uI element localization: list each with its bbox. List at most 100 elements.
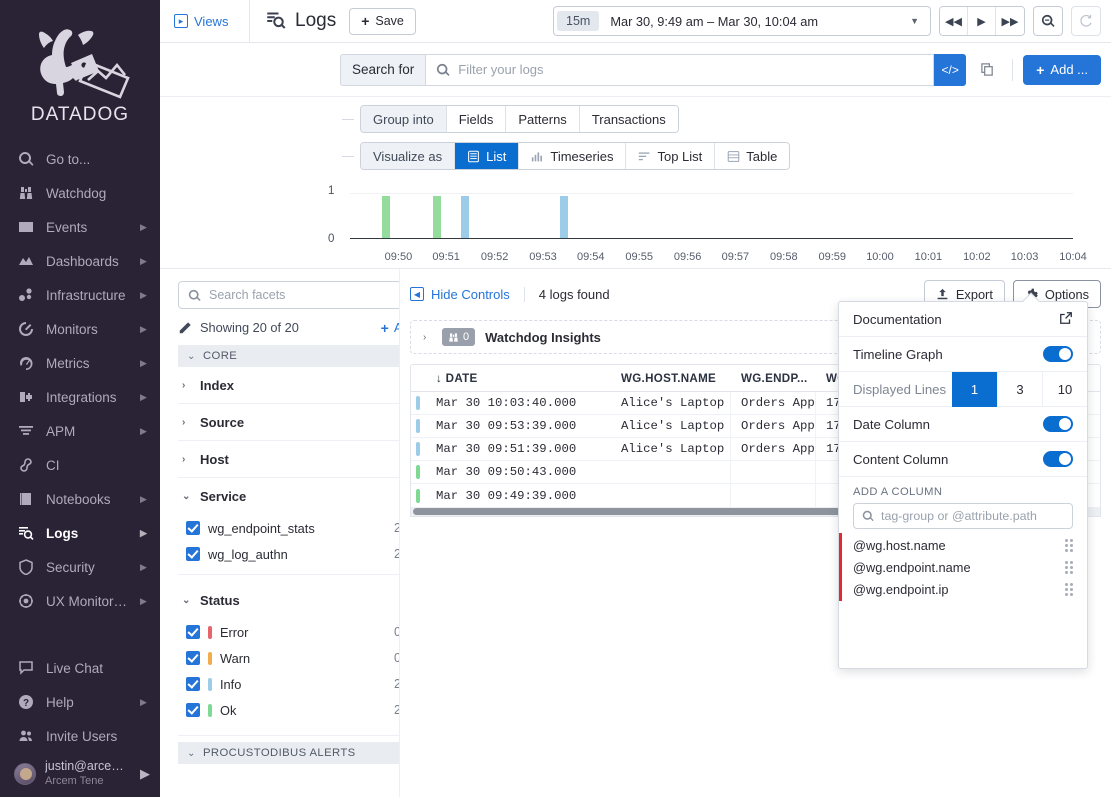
- infrastructure-icon: [16, 285, 36, 305]
- displayed-lines-option-10[interactable]: 10: [1042, 371, 1087, 407]
- save-button[interactable]: + Save: [349, 7, 416, 35]
- checkbox[interactable]: [186, 677, 200, 691]
- visualize-table[interactable]: Table: [715, 143, 790, 169]
- ux-monitoring-icon: [16, 591, 36, 611]
- timeline-chart[interactable]: 1 0 09:50 09:51 09:52 09:53 09:54 09:55 …: [160, 183, 1111, 268]
- search-input[interactable]: [458, 62, 924, 77]
- checkbox[interactable]: [186, 651, 200, 665]
- zoom-out-button[interactable]: [1033, 6, 1063, 36]
- column-list-item[interactable]: @wg.endpoint.name: [839, 555, 1087, 579]
- add-facet-button[interactable]: + Add: [381, 320, 399, 335]
- visualize-timeseries[interactable]: Timeseries: [519, 143, 627, 169]
- column-name: @wg.endpoint.name: [853, 559, 971, 575]
- add-column-search-box[interactable]: [853, 503, 1073, 529]
- facet-group-core[interactable]: ⌄ CORE: [178, 345, 399, 367]
- displayed-lines-option-3[interactable]: 3: [997, 371, 1042, 407]
- drag-handle-icon[interactable]: [1065, 538, 1087, 552]
- facet-search-input[interactable]: [209, 288, 399, 302]
- facet-status[interactable]: ⌄ Status: [178, 582, 399, 619]
- sidebar-item-label: Integrations: [46, 389, 117, 405]
- column-header-host-name[interactable]: WG.HOST.NAME: [611, 372, 731, 385]
- sidebar-item-invite-users[interactable]: Invite Users: [0, 719, 160, 753]
- sidebar-item-go-to[interactable]: Go to...: [0, 142, 160, 176]
- sidebar-item-integrations[interactable]: Integrations ▶: [0, 380, 160, 414]
- chevron-down-icon: ⌄: [182, 491, 191, 502]
- facet-value-row[interactable]: wg_endpoint_stats 2: [178, 515, 399, 541]
- row-date: Mar 30 09:49:39.000: [436, 488, 577, 503]
- facet-source[interactable]: › Source: [178, 404, 399, 441]
- timeseries-icon: [532, 151, 543, 161]
- column-list-item[interactable]: @wg.endpoint.ip: [839, 577, 1087, 601]
- sidebar-item-infrastructure[interactable]: Infrastructure ▶: [0, 278, 160, 312]
- refresh-button[interactable]: [1071, 6, 1101, 36]
- facet-value-row[interactable]: Info 2: [178, 671, 399, 697]
- facet-group-procustodibus-alerts[interactable]: ⌄ PROCUSTODIBUS ALERTS: [178, 742, 399, 764]
- sidebar-item-help[interactable]: ? Help ▶: [0, 685, 160, 719]
- content-column-toggle[interactable]: [1043, 451, 1073, 467]
- group-into-fields[interactable]: Fields: [446, 106, 507, 132]
- visualize-top-list[interactable]: Top List: [626, 143, 716, 169]
- sidebar-item-ux-monitoring[interactable]: UX Monitoring ▶: [0, 584, 160, 618]
- step-forward-button[interactable]: ▶▶: [996, 7, 1024, 35]
- sidebar-item-ci[interactable]: CI: [0, 448, 160, 482]
- sidebar-item-events[interactable]: Events ▶: [0, 210, 160, 244]
- sidebar-item-logs[interactable]: Logs ▶: [0, 516, 160, 550]
- column-header-endpoint[interactable]: WG.ENDP...: [731, 372, 816, 385]
- facet-search-box[interactable]: [178, 281, 399, 309]
- sidebar-item-watchdog[interactable]: Watchdog: [0, 176, 160, 210]
- checkbox[interactable]: [186, 703, 200, 717]
- step-back-button[interactable]: ◀◀: [940, 7, 968, 35]
- drag-handle-icon[interactable]: [1065, 582, 1087, 596]
- group-into-transactions[interactable]: Transactions: [579, 106, 678, 132]
- time-range-picker[interactable]: 15m Mar 30, 9:49 am – Mar 30, 10:04 am ▼: [553, 6, 931, 36]
- date-column-toggle[interactable]: [1043, 416, 1073, 432]
- group-into-patterns[interactable]: Patterns: [506, 106, 580, 132]
- table-icon: [728, 150, 740, 162]
- visualize-list[interactable]: List: [455, 143, 520, 169]
- views-button[interactable]: ▸ Views: [160, 0, 250, 42]
- displayed-lines-option-1[interactable]: 1: [952, 371, 997, 407]
- timeline-graph-menu-item[interactable]: Timeline Graph: [839, 337, 1087, 372]
- add-column-input[interactable]: [881, 509, 1064, 523]
- facet-service[interactable]: ⌄ Service: [178, 478, 399, 515]
- sidebar-item-metrics[interactable]: Metrics ▶: [0, 346, 160, 380]
- sidebar-item-live-chat[interactable]: Live Chat: [0, 651, 160, 685]
- sidebar-item-dashboards[interactable]: Dashboards ▶: [0, 244, 160, 278]
- facet-host[interactable]: › Host: [178, 441, 399, 478]
- sidebar-item-monitors[interactable]: Monitors ▶: [0, 312, 160, 346]
- date-column-menu-item[interactable]: Date Column: [839, 407, 1087, 442]
- timeline-graph-toggle[interactable]: [1043, 346, 1073, 362]
- chevron-right-icon: ▶: [140, 527, 147, 538]
- facet-value-row[interactable]: Error 0: [178, 619, 399, 645]
- search-box[interactable]: [425, 53, 935, 86]
- list-icon: [468, 150, 480, 162]
- column-header-date[interactable]: ↓ DATE: [426, 372, 611, 385]
- documentation-menu-item[interactable]: Documentation: [839, 302, 1087, 337]
- sidebar-item-notebooks[interactable]: Notebooks ▶: [0, 482, 160, 516]
- row-endpoint: Orders App: [731, 437, 816, 461]
- query-controls: Group into Fields Patterns Transactions …: [160, 97, 1111, 183]
- facet-index[interactable]: › Index: [178, 367, 399, 404]
- hide-controls-button[interactable]: ◀ Hide Controls: [410, 287, 510, 302]
- column-list-item[interactable]: @wg.host.name: [839, 533, 1087, 557]
- sidebar-item-apm[interactable]: APM ▶: [0, 414, 160, 448]
- facet-value-row[interactable]: Warn 0: [178, 645, 399, 671]
- checkbox[interactable]: [186, 625, 200, 639]
- add-button[interactable]: + Add ...: [1023, 54, 1101, 85]
- facet-value-row[interactable]: wg_log_authn 2: [178, 541, 399, 567]
- facet-value-row[interactable]: Ok 2: [178, 697, 399, 723]
- user-account-row[interactable]: justin@arcemt... Arcem Tene ▶: [0, 753, 160, 795]
- checkbox[interactable]: [186, 521, 200, 535]
- copy-query-button[interactable]: [972, 55, 1002, 85]
- query-code-toggle-button[interactable]: </>: [934, 53, 967, 86]
- datadog-logo: DATADOG: [0, 0, 160, 142]
- content-column-menu-item[interactable]: Content Column: [839, 442, 1087, 477]
- checkbox[interactable]: [186, 547, 200, 561]
- chevron-right-icon: ▶: [140, 425, 147, 436]
- drag-handle-icon[interactable]: [1065, 560, 1087, 574]
- play-button[interactable]: ▶: [968, 7, 996, 35]
- ci-icon: [16, 455, 36, 475]
- time-range-badge: 15m: [557, 11, 600, 31]
- sidebar-item-security[interactable]: Security ▶: [0, 550, 160, 584]
- visualize-top-list-label: Top List: [657, 148, 703, 164]
